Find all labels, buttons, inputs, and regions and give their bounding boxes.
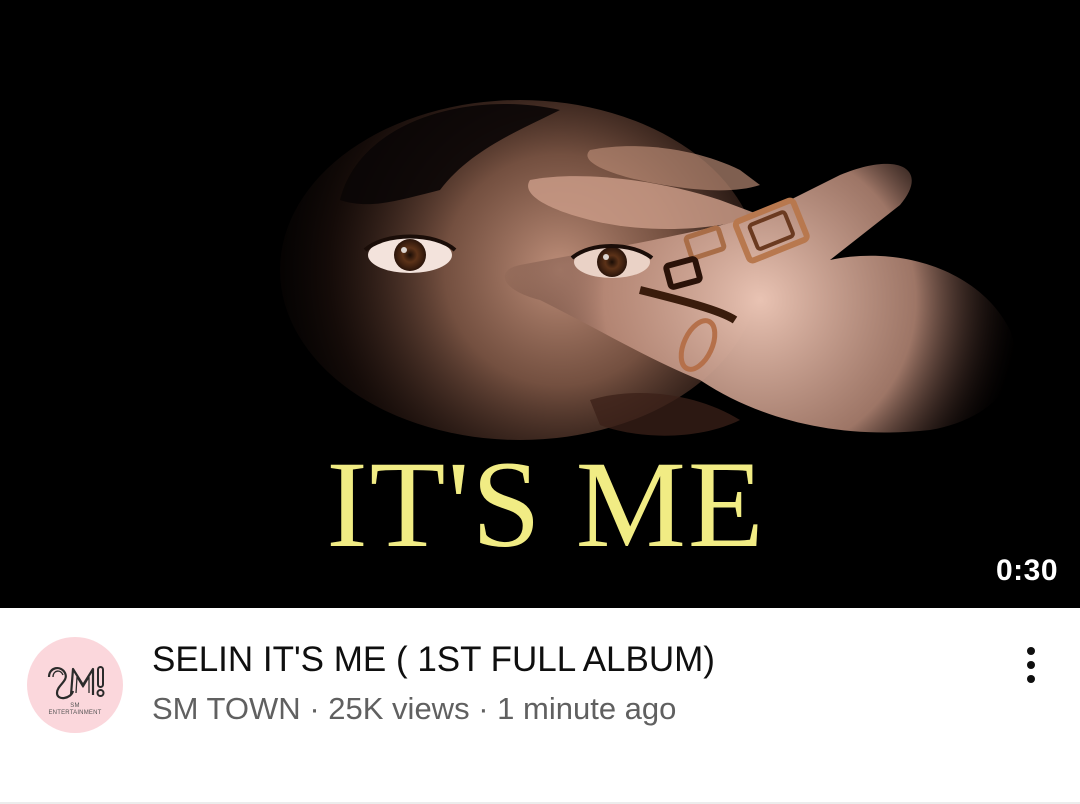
channel-avatar[interactable]: SM ENTERTAINMENT bbox=[27, 637, 123, 733]
more-vert-icon bbox=[1027, 647, 1035, 683]
avatar-caption: SM ENTERTAINMENT bbox=[27, 703, 123, 717]
video-meta: SM ENTERTAINMENT SELIN IT'S ME ( 1ST FUL… bbox=[0, 608, 1080, 804]
view-count: 25K views bbox=[328, 691, 470, 726]
avatar-caption-line1: SM bbox=[70, 703, 80, 709]
separator: · bbox=[309, 691, 320, 726]
channel-name[interactable]: SM TOWN bbox=[152, 691, 301, 726]
separator: · bbox=[478, 691, 489, 726]
more-options-button[interactable] bbox=[1008, 642, 1054, 688]
avatar-caption-line2: ENTERTAINMENT bbox=[48, 710, 102, 716]
thumbnail-title-text: IT'S ME bbox=[326, 436, 766, 573]
video-subline: SM TOWN · 25K views · 1 minute ago bbox=[152, 689, 676, 729]
sm-entertainment-logo-icon bbox=[47, 666, 105, 700]
upload-age: 1 minute ago bbox=[497, 691, 677, 726]
duration-badge: 0:30 bbox=[995, 554, 1058, 587]
video-card: IT'S ME 0:30 SM ENTERTAINMENT SELIN IT'S… bbox=[0, 0, 1080, 804]
video-title[interactable]: SELIN IT'S ME ( 1ST FULL ALBUM) bbox=[152, 638, 972, 682]
video-thumbnail[interactable]: IT'S ME 0:30 bbox=[0, 0, 1080, 608]
